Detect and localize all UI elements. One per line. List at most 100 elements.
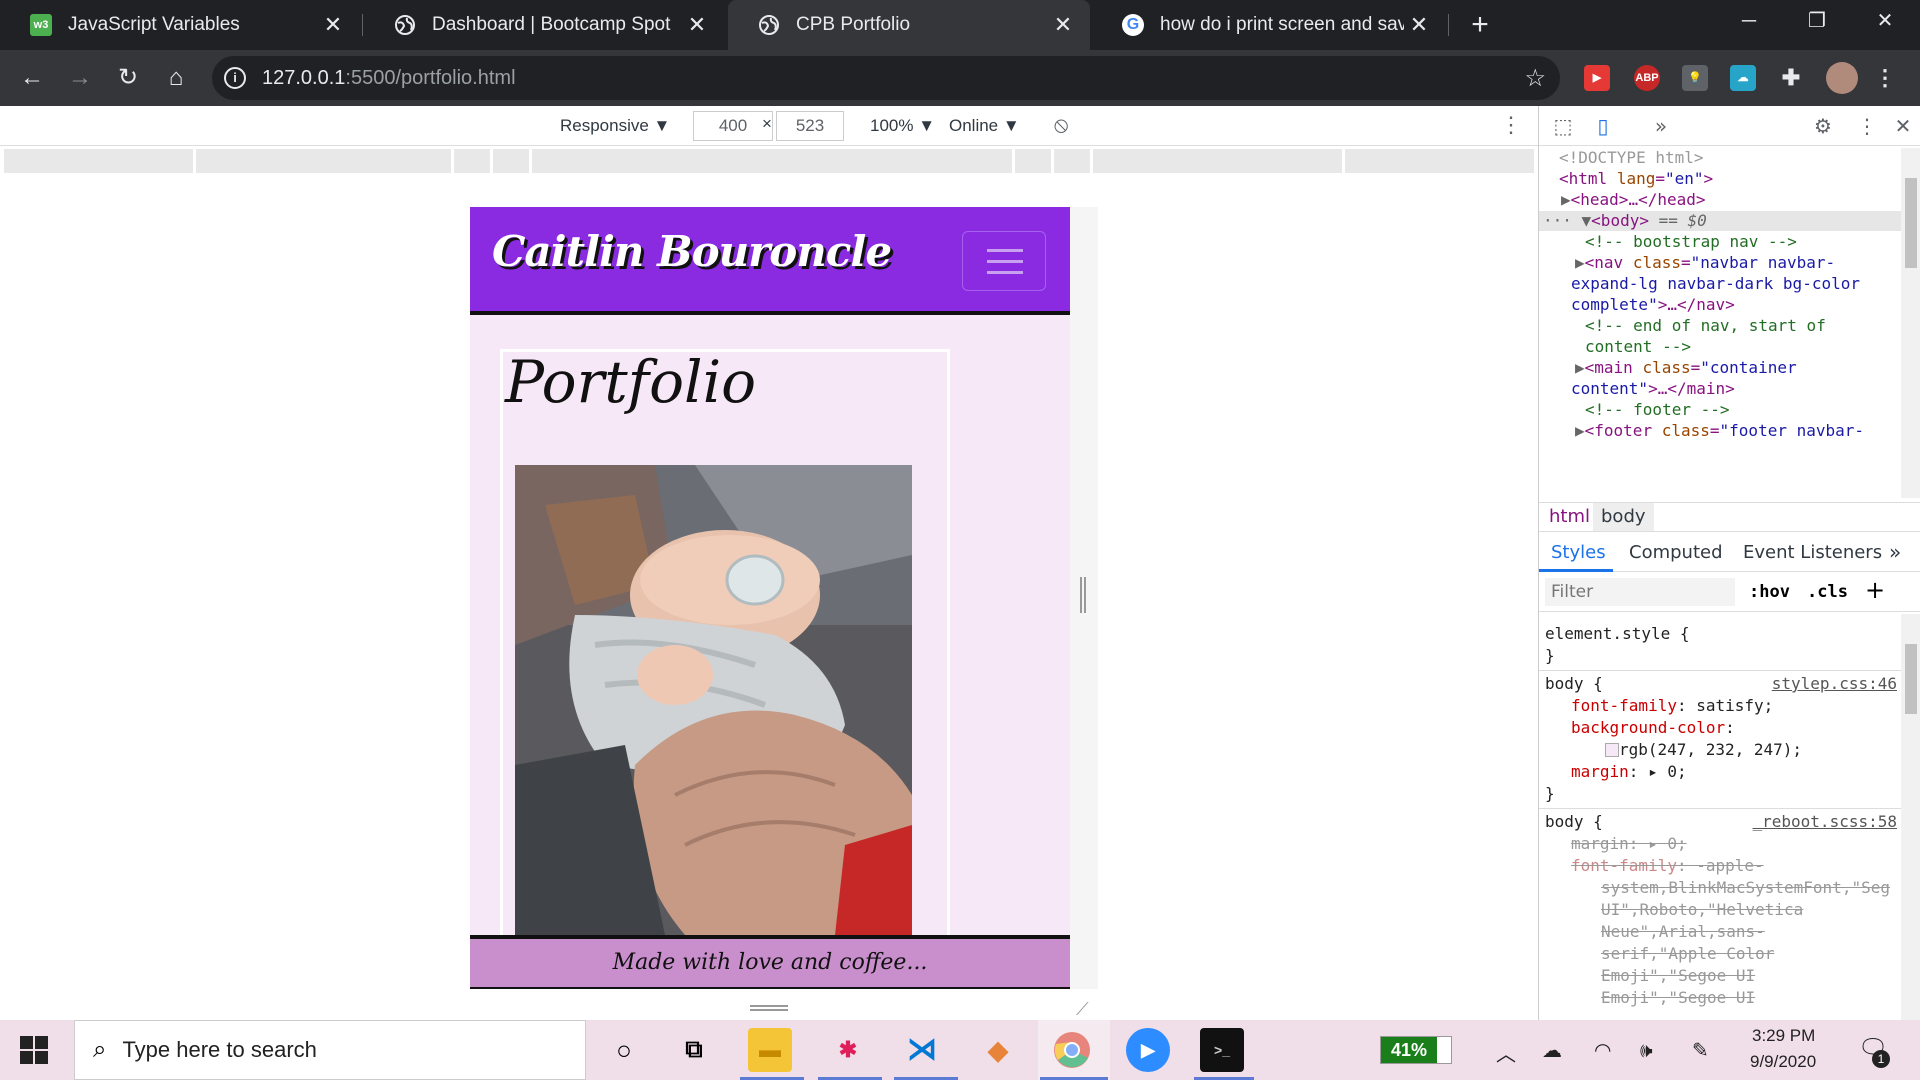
ruler-segment[interactable] xyxy=(531,149,1013,173)
address-bar[interactable]: i 127.0.0.1:5500/portfolio.html ☆ xyxy=(212,56,1560,100)
nav-node[interactable]: ▶<nav class="navbar navbar- xyxy=(1575,253,1835,273)
puzzle-extensions-icon[interactable]: ✚ xyxy=(1778,65,1804,91)
home-button[interactable]: ⌂ xyxy=(156,58,196,98)
lightbulb-extension-icon[interactable]: 💡 xyxy=(1682,65,1708,91)
viewport-height-input[interactable]: 523 xyxy=(776,111,844,141)
ruler-segment[interactable] xyxy=(196,149,452,173)
tab-google-search[interactable]: G how do i print screen and save to ✕ xyxy=(1092,0,1446,50)
overridden-declaration[interactable]: font-family: -apple- xyxy=(1571,856,1764,876)
windows-start-icon[interactable] xyxy=(20,1036,48,1064)
ruler-segment[interactable] xyxy=(4,149,194,173)
onedrive-cloud-icon[interactable]: ☁ xyxy=(1542,1038,1562,1062)
restore-button[interactable]: ❐ xyxy=(1782,0,1852,42)
device-toggle-icon[interactable]: ▯ xyxy=(1591,114,1615,138)
css-declaration[interactable]: margin: ▸ 0; xyxy=(1571,762,1687,782)
devtools-menu-icon[interactable]: ⋮ xyxy=(1855,114,1879,138)
bookmark-star-icon[interactable]: ☆ xyxy=(1524,64,1546,93)
close-icon[interactable]: ✕ xyxy=(682,12,712,38)
network-throttle-select[interactable]: Online ▼ xyxy=(949,116,1020,136)
settings-gear-icon[interactable]: ⚙ xyxy=(1811,114,1835,138)
close-icon[interactable]: ✕ xyxy=(1048,12,1078,38)
styles-scrollbar[interactable] xyxy=(1901,614,1920,1020)
tab-styles[interactable]: Styles xyxy=(1551,542,1606,563)
pen-icon[interactable]: ✎ xyxy=(1692,1038,1709,1062)
close-icon[interactable]: ✕ xyxy=(1404,12,1434,38)
hover-state-toggle[interactable]: :hov xyxy=(1749,582,1790,602)
zoom-icon[interactable]: ▶ xyxy=(1126,1028,1170,1072)
tab-bootcamp-spot[interactable]: Dashboard | Bootcamp Spot ✕ xyxy=(364,0,724,50)
css-declaration[interactable]: font-family: satisfy; xyxy=(1571,696,1773,716)
rule-selector[interactable]: body { xyxy=(1545,812,1603,832)
viewport-width-input[interactable]: 400 xyxy=(693,111,773,141)
tab-cpb-portfolio[interactable]: CPB Portfolio ✕ xyxy=(728,0,1090,50)
clock-time[interactable]: 3:29 PM xyxy=(1752,1026,1815,1046)
close-devtools-icon[interactable]: ✕ xyxy=(1891,114,1915,138)
reload-button[interactable]: ↻ xyxy=(108,58,148,98)
doctype-node[interactable]: <!DOCTYPE html> xyxy=(1559,148,1704,168)
cloud-extension-icon[interactable]: ☁ xyxy=(1730,65,1756,91)
element-style-rule[interactable]: element.style { xyxy=(1545,624,1690,644)
comment-node[interactable]: <!-- footer --> xyxy=(1585,400,1730,420)
new-tab-button[interactable]: + xyxy=(1462,8,1498,44)
show-hidden-icons-icon[interactable]: ︿ xyxy=(1496,1038,1516,1067)
volume-icon[interactable]: 🕪 xyxy=(1640,1038,1653,1062)
resize-handle-right[interactable] xyxy=(1080,577,1086,613)
adblock-plus-icon[interactable]: ABP xyxy=(1634,65,1660,91)
window-close-button[interactable]: ✕ xyxy=(1850,0,1920,42)
device-mode-select[interactable]: Responsive ▼ xyxy=(560,116,670,136)
back-button[interactable]: ← xyxy=(12,58,52,98)
rotate-icon[interactable]: ⦸ xyxy=(1054,112,1068,138)
file-explorer-icon[interactable]: ▬ xyxy=(748,1028,792,1072)
more-subtabs-icon[interactable]: » xyxy=(1889,540,1901,564)
html-node[interactable]: <html lang="en"> xyxy=(1559,169,1713,189)
breadcrumb-body[interactable]: body xyxy=(1593,503,1654,531)
ruler-segment[interactable] xyxy=(454,149,491,173)
screen-record-extension-icon[interactable]: ▶ xyxy=(1584,65,1610,91)
tab-javascript-variables[interactable]: w3 JavaScript Variables ✕ xyxy=(0,0,360,50)
breadcrumb-html[interactable]: html xyxy=(1549,506,1590,527)
tab-event-listeners[interactable]: Event Listeners xyxy=(1743,542,1882,563)
footer-node[interactable]: ▶<footer class="footer navbar- xyxy=(1575,421,1864,441)
rule-selector[interactable]: body { xyxy=(1545,674,1603,694)
css-declaration[interactable]: background-color: xyxy=(1571,718,1735,738)
ruler-segment[interactable] xyxy=(1092,149,1342,173)
taskbar-search-box[interactable]: ⌕ Type here to search xyxy=(74,1020,586,1080)
ruler-segment[interactable] xyxy=(493,149,529,173)
styles-filter-input[interactable] xyxy=(1545,578,1735,606)
styles-pane[interactable]: element.style { } body { stylep.css:46 f… xyxy=(1539,614,1901,1020)
resize-corner-icon[interactable]: ⟋ xyxy=(1076,999,1089,1020)
chrome-menu-icon[interactable]: ⋮ xyxy=(1872,65,1898,91)
profile-avatar[interactable] xyxy=(1826,62,1858,94)
main-node[interactable]: ▶<main class="container xyxy=(1575,358,1797,378)
task-view-icon[interactable]: ⧉ xyxy=(672,1028,716,1072)
ruler-segment[interactable] xyxy=(1344,149,1535,173)
cortana-icon[interactable]: ○ xyxy=(602,1028,646,1072)
elements-scrollbar[interactable] xyxy=(1901,148,1920,498)
more-tabs-icon[interactable]: » xyxy=(1649,114,1673,138)
css-declaration-value[interactable]: rgb(247, 232, 247); xyxy=(1605,740,1802,760)
stylesheet-link[interactable]: _reboot.scss:58 xyxy=(1753,812,1898,832)
comment-node[interactable]: <!-- bootstrap nav --> xyxy=(1585,232,1797,252)
terminal-icon[interactable]: >_ xyxy=(1200,1028,1244,1072)
expand-triangle-icon[interactable]: ▶ xyxy=(1561,190,1571,209)
paint-3d-icon[interactable]: ◆ xyxy=(976,1028,1020,1072)
site-info-icon[interactable]: i xyxy=(224,67,246,89)
overridden-declaration[interactable]: margin: ▸ 0; xyxy=(1571,834,1687,854)
battery-widget[interactable]: 41% xyxy=(1380,1036,1452,1064)
device-toolbar-more-icon[interactable]: ⋮ xyxy=(1500,112,1522,138)
color-swatch[interactable] xyxy=(1605,743,1619,757)
navbar-toggler-button[interactable] xyxy=(962,231,1046,291)
forward-button[interactable]: → xyxy=(60,58,100,98)
comment-node[interactable]: <!-- end of nav, start of xyxy=(1585,316,1826,336)
class-toggle[interactable]: .cls xyxy=(1807,582,1848,602)
stylesheet-link[interactable]: stylep.css:46 xyxy=(1772,674,1897,694)
slack-icon[interactable]: ✱ xyxy=(826,1028,870,1072)
ruler-segment[interactable] xyxy=(1053,149,1090,173)
body-node-selected[interactable]: ··· ▼<body> == $0 xyxy=(1539,211,1901,231)
ruler-segment[interactable] xyxy=(1015,149,1051,173)
tab-computed[interactable]: Computed xyxy=(1629,542,1723,563)
zoom-select[interactable]: 100% ▼ xyxy=(870,116,935,136)
wifi-icon[interactable]: ◠ xyxy=(1594,1038,1611,1062)
inspect-element-icon[interactable]: ⬚ xyxy=(1551,114,1575,138)
head-node[interactable]: ▶<head>…</head> xyxy=(1561,190,1706,210)
